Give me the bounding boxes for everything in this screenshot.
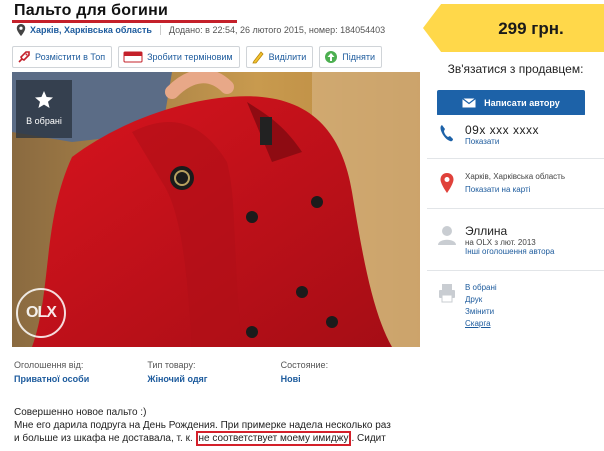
seller-since: на OLX з лют. 2013 (465, 238, 536, 247)
meta-separator (159, 25, 161, 35)
star-icon (35, 91, 53, 108)
user-avatar-icon (438, 226, 456, 245)
message-author-button[interactable]: Написати автору (437, 90, 585, 116)
add-to-favorites-link[interactable]: В обрані (465, 282, 497, 294)
make-urgent-button[interactable]: Зробити терміновим (118, 46, 240, 68)
location-block: Харків, Харківська область Показати на к… (427, 164, 604, 194)
listing-location[interactable]: Харків, Харківська область (30, 25, 152, 35)
coat-photo-illustration (12, 72, 420, 347)
phone-block: 09x xxx xxxx Показати (427, 115, 604, 146)
seller-location: Харків, Харківська область (465, 172, 566, 181)
detail-value[interactable]: Нові (281, 374, 414, 384)
description-line: Совершенно новое пальто :) (14, 407, 147, 418)
seller-info: Эллина на OLX з лют. 2013 Інші оголошенн… (465, 224, 554, 256)
location-pin-icon (16, 24, 26, 36)
description-text: . Сидит (351, 433, 386, 444)
listing-photo[interactable]: В обрані OLX (12, 72, 420, 347)
contact-title: Зв'язатися з продавцем: (447, 62, 584, 76)
seller-block: Эллина на OLX з лют. 2013 Інші оголошенн… (427, 216, 604, 256)
divider (427, 158, 604, 159)
listing-title: Пальто для богини (14, 2, 168, 19)
show-phone-link[interactable]: Показати (465, 137, 539, 146)
phone-icon (440, 125, 453, 142)
listing-details: Оголошення від: Приватної особи Тип това… (14, 360, 414, 384)
favorite-button[interactable]: В обрані (16, 80, 72, 138)
divider (427, 270, 604, 271)
detail-offered-by: Оголошення від: Приватної особи (14, 360, 147, 384)
highlight-icon (251, 51, 264, 64)
tools-row: В обрані Друк Змінити Скарга (427, 274, 604, 330)
printer-icon (439, 284, 455, 303)
olx-watermark: OLX (16, 288, 66, 338)
print-link[interactable]: Друк (465, 294, 497, 306)
highlight-button[interactable]: Виділити (245, 46, 314, 68)
location-row: Харків, Харківська область Показати на к… (427, 164, 604, 194)
tools-links: В обрані Друк Змінити Скарга (465, 282, 497, 330)
price-value: 299 грн. (498, 19, 564, 38)
bump-up-label: Підняти (342, 52, 376, 62)
listing-description: Совершенно новое пальто :) Мне его дарил… (14, 406, 418, 446)
contact-panel: Зв'язатися з продавцем: Написати автору (427, 56, 604, 116)
location-info: Харків, Харківська область Показати на к… (465, 172, 565, 194)
make-urgent-label: Зробити терміновим (147, 52, 233, 62)
other-ads-link[interactable]: Інші оголошення автора (465, 247, 554, 256)
listing-date-id: Додано: в 22:54, 26 лютого 2015, номер: … (168, 25, 386, 35)
promo-actions: Розмістити в Топ Зробити терміновим Виді… (12, 46, 383, 68)
detail-product-type: Тип товару: Жіночий одяг (147, 360, 280, 384)
detail-label: Оголошення від: (14, 360, 84, 370)
phone-row: 09x xxx xxxx Показати (427, 115, 604, 146)
listing-tools-block: В обрані Друк Змінити Скарга (427, 274, 604, 330)
seller-name[interactable]: Эллина (465, 224, 554, 238)
promote-top-label: Розмістити в Топ (35, 52, 106, 62)
highlight-label: Виділити (268, 52, 307, 62)
description-line: и больше из шкафа не доставала, т. к. не… (14, 431, 418, 446)
phone-number: 09x xxx xxxx (465, 123, 540, 137)
highlighted-phrase: не соответствует моему имиджу (195, 431, 352, 446)
envelope-icon (462, 98, 477, 108)
map-pin-icon (440, 173, 454, 193)
promote-top-button[interactable]: Розмістити в Топ (12, 46, 113, 68)
title-underline (12, 20, 237, 23)
detail-label: Состояние: (280, 360, 329, 370)
description-text: и больше из шкафа не доставала, т. к. (14, 433, 196, 444)
divider (427, 208, 604, 209)
rocket-icon (18, 51, 30, 63)
detail-condition: Состояние: Нові (281, 360, 414, 384)
up-icon (325, 51, 338, 63)
show-on-map-link[interactable]: Показати на карті (465, 185, 565, 194)
report-link[interactable]: Скарга (465, 318, 497, 330)
favorite-label: В обрані (26, 116, 62, 126)
bump-up-button[interactable]: Підняти (319, 46, 383, 68)
seller-row: Эллина на OLX з лют. 2013 Інші оголошенн… (427, 216, 604, 256)
urgent-icon (123, 51, 143, 63)
phone-info: 09x xxx xxxx Показати (465, 123, 539, 146)
detail-label: Тип товару: (147, 360, 196, 370)
message-author-label: Написати автору (484, 98, 560, 108)
detail-value[interactable]: Приватної особи (14, 374, 147, 384)
detail-value[interactable]: Жіночий одяг (147, 374, 280, 384)
edit-link[interactable]: Змінити (465, 306, 497, 318)
listing-meta: Харків, Харківська область Додано: в 22:… (16, 24, 385, 36)
